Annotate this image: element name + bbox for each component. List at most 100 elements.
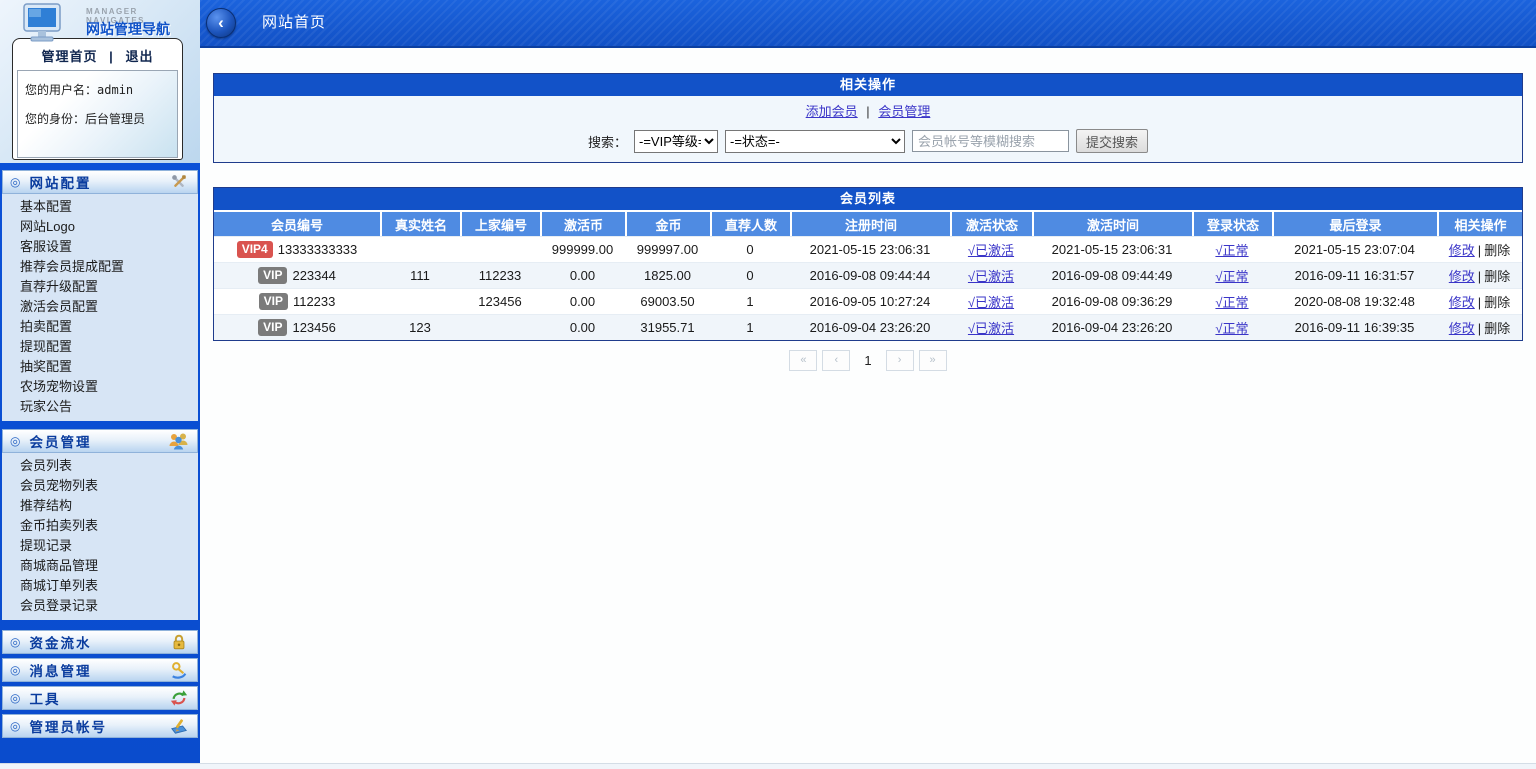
section-header-message-mgmt[interactable]: ◎ 消息管理	[2, 658, 198, 682]
parent-id	[460, 236, 540, 262]
bullet-icon: ◎	[10, 664, 20, 676]
menu-item-mall-order-list[interactable]: 商城订单列表	[2, 576, 198, 596]
col-last-login: 最后登录	[1272, 210, 1437, 236]
lock-icon	[168, 632, 190, 652]
col-parent-id: 上家编号	[460, 210, 540, 236]
activation-coin: 0.00	[540, 288, 625, 314]
section-header-admin-account[interactable]: ◎ 管理员帐号	[2, 714, 198, 738]
pagination-last-button[interactable]: »	[919, 350, 947, 371]
edit-link[interactable]: 修改	[1449, 269, 1475, 284]
computer-monitor-icon	[16, 2, 70, 51]
menu-item-member-login-records[interactable]: 会员登录记录	[2, 596, 198, 616]
pagination-first-button[interactable]: «	[789, 350, 817, 371]
keys-icon	[168, 660, 190, 680]
referrals: 0	[710, 236, 790, 262]
col-gold: 金币	[625, 210, 710, 236]
account-info: 您的用户名：admin 您的身份：后台管理员	[17, 70, 178, 158]
menu-item-farm-pet-settings[interactable]: 农场宠物设置	[2, 377, 198, 397]
menu-item-upgrade-config[interactable]: 直荐升级配置	[2, 277, 198, 297]
edit-link[interactable]: 修改	[1449, 243, 1475, 258]
menu-item-mall-goods-mgmt[interactable]: 商城商品管理	[2, 556, 198, 576]
member-list-panel: 会员列表 会员编号 真实姓名 上家编号 激活币 金币 直荐人数 注册时间	[213, 187, 1523, 341]
op-separator: |	[1478, 295, 1481, 310]
section-title: 消息管理	[29, 660, 91, 680]
real-name	[380, 236, 460, 262]
menu-item-referral-commission[interactable]: 推荐会员提成配置	[2, 257, 198, 277]
member-table: 会员编号 真实姓名 上家编号 激活币 金币 直荐人数 注册时间 激活状态 激活时…	[214, 210, 1522, 340]
activation-coin: 0.00	[540, 314, 625, 340]
login-status-link[interactable]: √正常	[1215, 243, 1248, 258]
activation-status-link[interactable]: √已激活	[968, 243, 1014, 258]
sidebar-section-funds-flow: ◎ 资金流水	[2, 630, 198, 654]
vip-level-select[interactable]: -=VIP等级=-	[634, 130, 718, 153]
menu-item-gold-auction-list[interactable]: 金币拍卖列表	[2, 516, 198, 536]
menu-item-site-logo[interactable]: 网站Logo	[2, 217, 198, 237]
brand-title: 网站管理导航	[86, 19, 170, 39]
section-header-site-config[interactable]: ◎ 网站配置	[2, 170, 198, 194]
back-button[interactable]: ‹	[206, 8, 236, 38]
member-manage-link[interactable]: 会员管理	[878, 104, 930, 119]
admin-home-link[interactable]: 管理首页	[42, 49, 98, 64]
op-separator: |	[1478, 321, 1481, 336]
menu-item-withdraw-records[interactable]: 提现记录	[2, 536, 198, 556]
menu-item-withdraw-config[interactable]: 提现配置	[2, 337, 198, 357]
sidebar-section-member-mgmt: ◎ 会员管理 会员列表 会员宠物列表 推荐结构 金币拍卖列表 提现记录 商城商品…	[2, 429, 198, 620]
delete-link[interactable]: 删除	[1484, 321, 1510, 336]
pagination-next-button[interactable]: ›	[886, 350, 914, 371]
delete-link[interactable]: 删除	[1484, 243, 1510, 258]
menu-item-player-notice[interactable]: 玩家公告	[2, 397, 198, 417]
role-row: 您的身份：后台管理员	[25, 110, 170, 127]
menu-item-service-settings[interactable]: 客服设置	[2, 237, 198, 257]
activation-time: 2021-05-15 23:06:31	[1032, 236, 1192, 262]
reg-time: 2021-05-15 23:06:31	[790, 236, 950, 262]
activation-status-link[interactable]: √已激活	[968, 321, 1014, 336]
edit-link[interactable]: 修改	[1449, 295, 1475, 310]
login-status-link[interactable]: √正常	[1215, 321, 1248, 336]
role-label: 您的身份：	[25, 112, 85, 126]
parent-id: 123456	[460, 288, 540, 314]
delete-link[interactable]: 删除	[1484, 295, 1510, 310]
search-input[interactable]	[912, 130, 1069, 152]
vip-badge: VIP	[259, 293, 288, 310]
submit-search-button[interactable]: 提交搜索	[1076, 129, 1148, 153]
section-header-funds-flow[interactable]: ◎ 资金流水	[2, 630, 198, 654]
section-header-member-mgmt[interactable]: ◎ 会员管理	[2, 429, 198, 453]
logout-link[interactable]: 退出	[125, 49, 153, 64]
username-value: admin	[97, 83, 133, 97]
menu-item-basic-config[interactable]: 基本配置	[2, 197, 198, 217]
actions-panel: 相关操作 添加会员 | 会员管理 搜索： -=VIP等级=- -=状态=- 提交…	[213, 73, 1523, 163]
referrals: 1	[710, 288, 790, 314]
menu-item-member-list[interactable]: 会员列表	[2, 456, 198, 476]
add-member-link[interactable]: 添加会员	[806, 104, 858, 119]
table-row: VIP223344 111 112233 0.00 1825.00 0 2016…	[214, 262, 1522, 288]
menu-item-auction-config[interactable]: 拍卖配置	[2, 317, 198, 337]
col-referrals: 直荐人数	[710, 210, 790, 236]
parent-id	[460, 314, 540, 340]
bullet-icon: ◎	[10, 435, 20, 447]
edit-link[interactable]: 修改	[1449, 321, 1475, 336]
pagination-prev-button[interactable]: ‹	[822, 350, 850, 371]
activation-status-link[interactable]: √已激活	[968, 269, 1014, 284]
member-id: 13333333333	[278, 242, 358, 257]
referrals: 0	[710, 262, 790, 288]
login-status-link[interactable]: √正常	[1215, 269, 1248, 284]
referrals: 1	[710, 314, 790, 340]
section-title: 工具	[29, 688, 60, 708]
menu-item-lottery-config[interactable]: 抽奖配置	[2, 357, 198, 377]
menu-item-member-pet-list[interactable]: 会员宠物列表	[2, 476, 198, 496]
activation-time: 2016-09-08 09:36:29	[1032, 288, 1192, 314]
activation-time: 2016-09-04 23:26:20	[1032, 314, 1192, 340]
op-separator: |	[1478, 269, 1481, 284]
account-links-separator: |	[109, 49, 114, 64]
sidebar-section-message-mgmt: ◎ 消息管理	[2, 658, 198, 682]
menu-item-referral-structure[interactable]: 推荐结构	[2, 496, 198, 516]
activation-status-link[interactable]: √已激活	[968, 295, 1014, 310]
section-header-tools[interactable]: ◎ 工具	[2, 686, 198, 710]
delete-link[interactable]: 删除	[1484, 269, 1510, 284]
login-status-link[interactable]: √正常	[1215, 295, 1248, 310]
menu-item-activate-member-config[interactable]: 激活会员配置	[2, 297, 198, 317]
last-login: 2020-08-08 19:32:48	[1272, 288, 1437, 314]
real-name: 123	[380, 314, 460, 340]
pen-pad-icon	[168, 716, 190, 736]
status-select[interactable]: -=状态=-	[725, 130, 905, 153]
